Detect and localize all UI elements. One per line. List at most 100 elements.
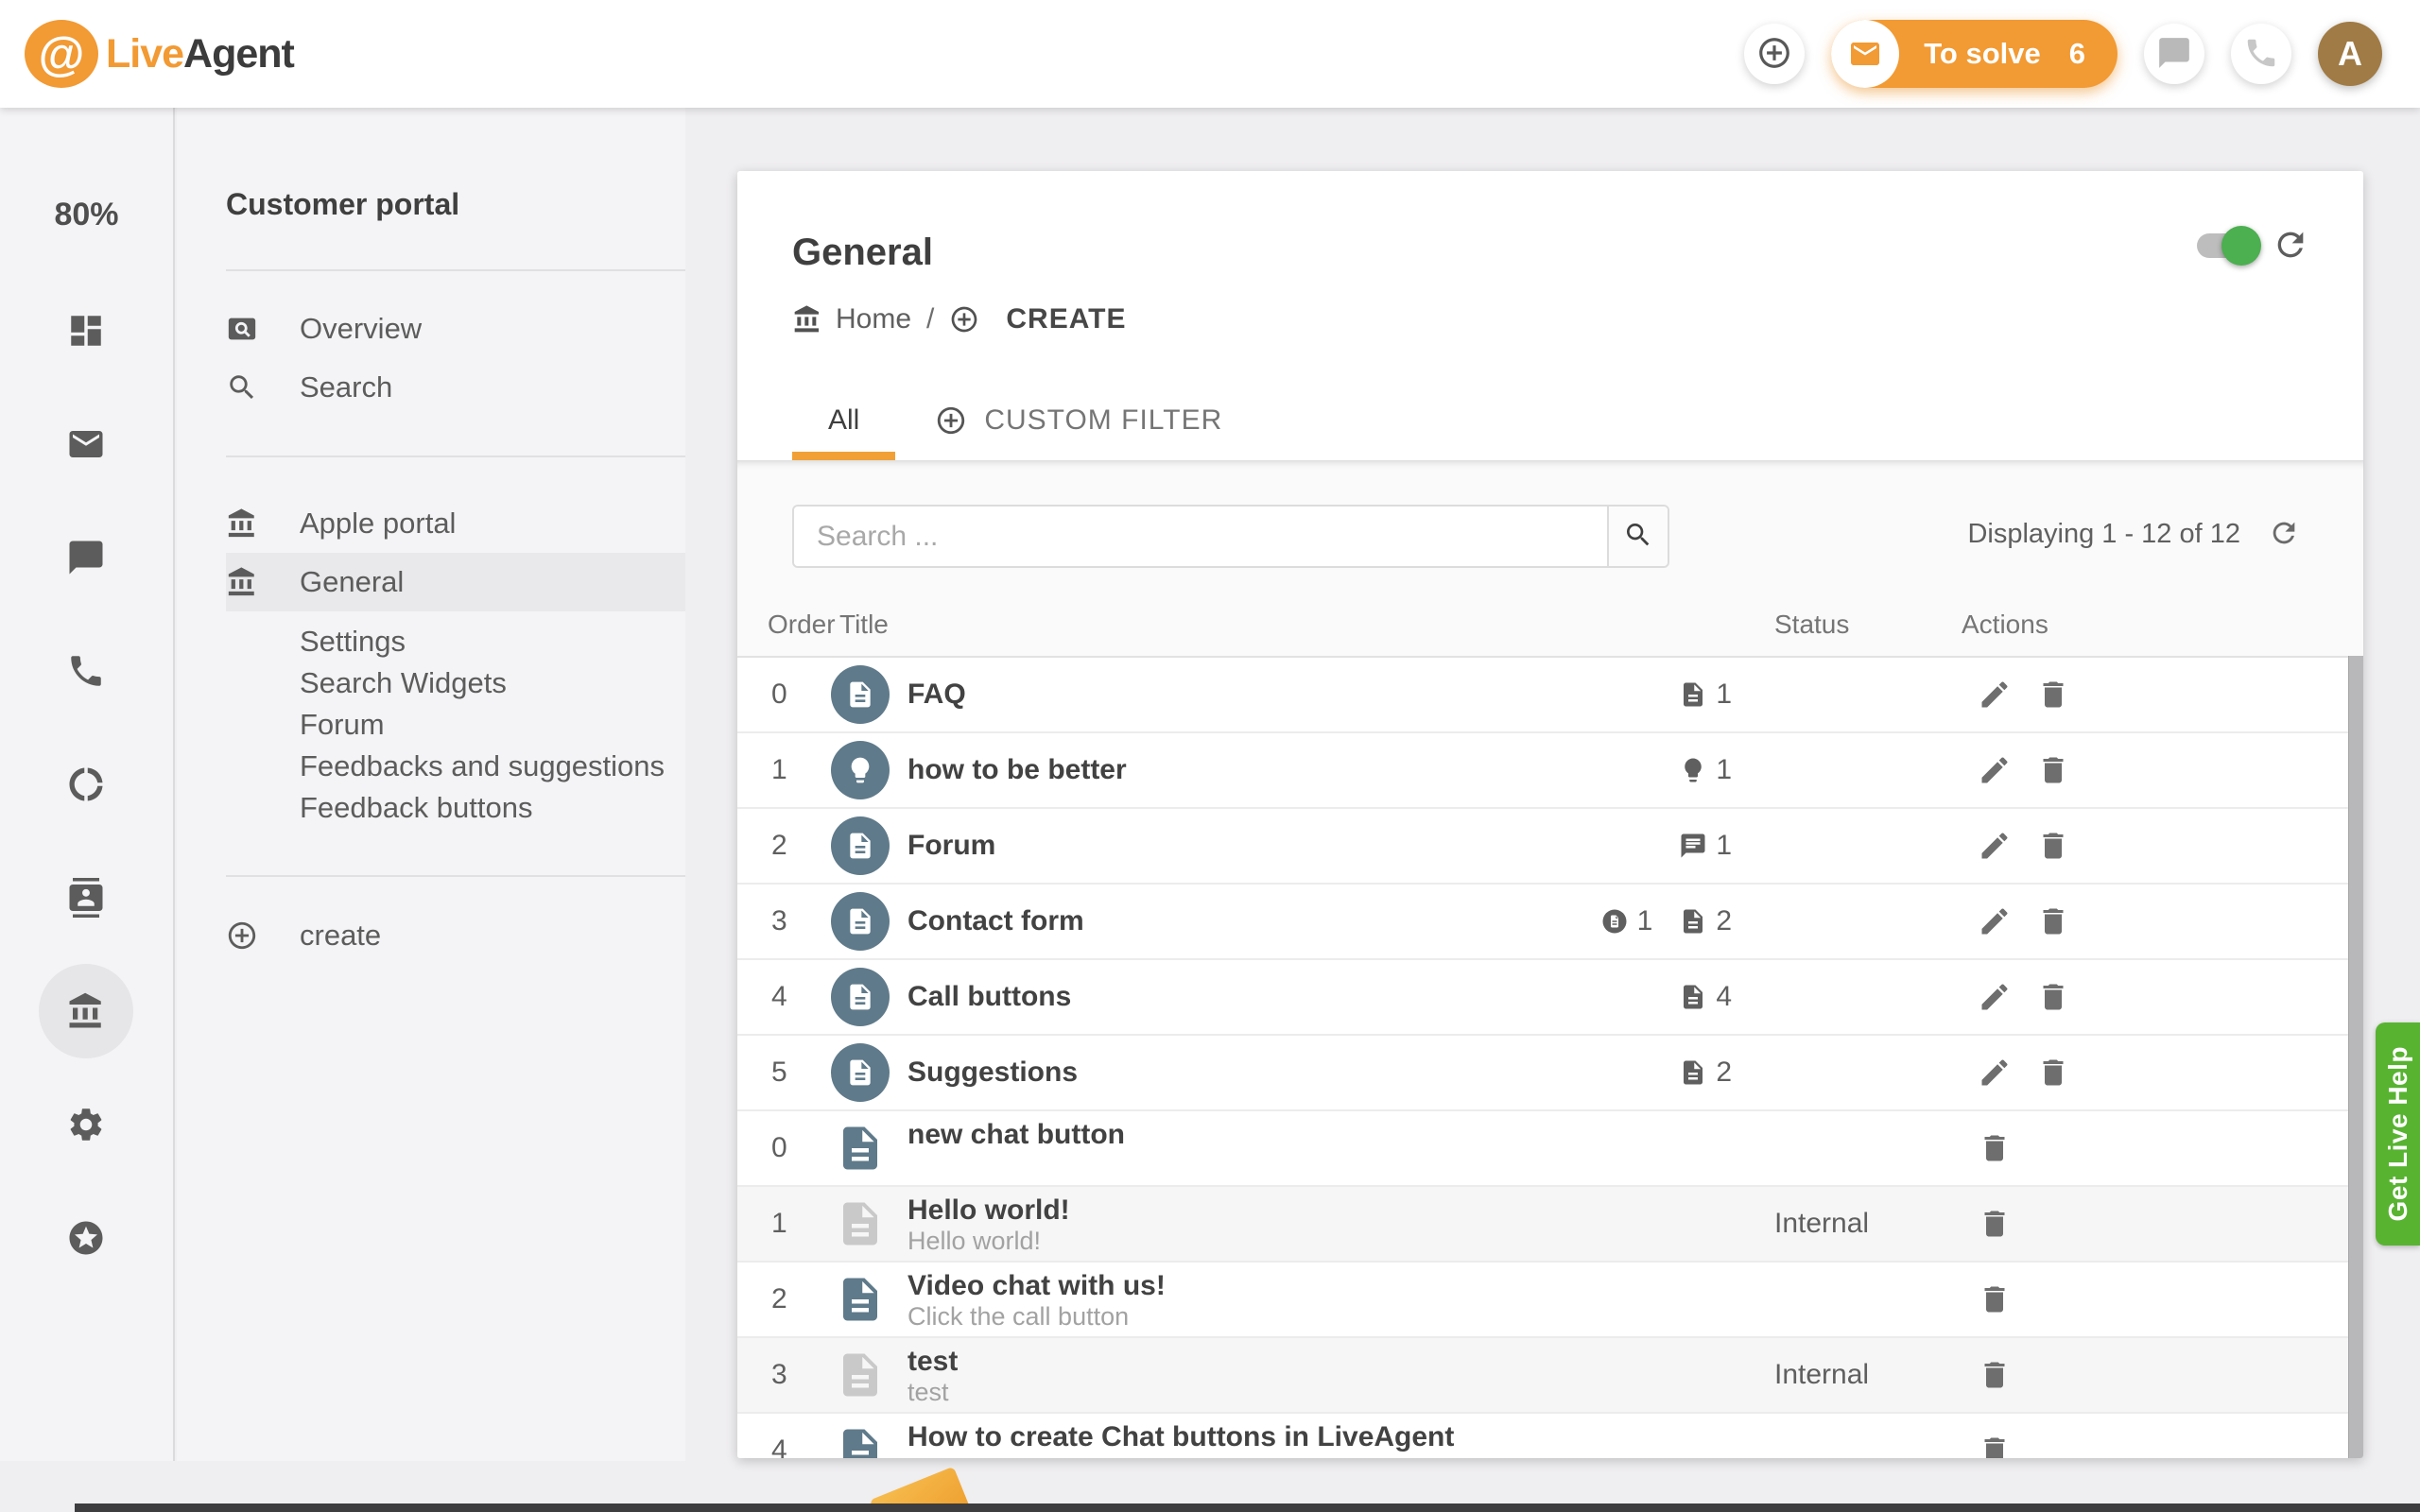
chats-button[interactable] [2144, 24, 2204, 84]
table-row[interactable]: 4Call buttons4 [737, 960, 2348, 1036]
delete-button[interactable] [1974, 1354, 2015, 1396]
sidebar-item-feedback-buttons[interactable]: Feedback buttons [226, 787, 685, 829]
trash-icon [2036, 980, 2070, 1014]
sidebar-item-search-widgets[interactable]: Search Widgets [226, 662, 685, 704]
count-badge: 1 [1679, 754, 1732, 786]
table-scrollbar[interactable] [2348, 656, 2363, 1458]
edit-button[interactable] [1974, 976, 2015, 1018]
breadcrumb-home[interactable]: Home [836, 303, 911, 335]
refresh-button[interactable] [2269, 224, 2312, 267]
table-row[interactable]: 1Hello world!Hello world!Internal [737, 1187, 2348, 1263]
badges-cell [1603, 1111, 1754, 1185]
table-row[interactable]: 0new chat button [737, 1111, 2348, 1187]
rail-item-contacts[interactable] [39, 850, 133, 945]
table-row[interactable]: 2Forum1 [737, 809, 2348, 885]
liveagent-app: @ LiveAgent To solve 6 A 80% Customer po… [0, 0, 2420, 1512]
delete-button[interactable] [2032, 901, 2074, 942]
sidebar-item-general[interactable]: General [226, 553, 685, 611]
edit-button[interactable] [1974, 674, 2015, 715]
search-control [792, 505, 1669, 568]
status-cell [1754, 733, 1944, 807]
get-live-help-button[interactable]: Get Live Help [2376, 1022, 2420, 1246]
edit-button[interactable] [1974, 825, 2015, 867]
delete-button[interactable] [1974, 1279, 2015, 1320]
tab-all[interactable]: All [792, 381, 895, 460]
gear-icon [66, 1105, 106, 1144]
delete-button[interactable] [2032, 976, 2074, 1018]
tab-custom-filter[interactable]: CUSTOM FILTER [899, 381, 1258, 460]
zoom-level: 80% [0, 197, 173, 233]
table-row[interactable]: 4How to create Chat buttons in LiveAgent [737, 1414, 2348, 1458]
rail-item-configuration[interactable] [39, 1077, 133, 1172]
table-row[interactable]: 1 how to be better 1 [737, 733, 2348, 809]
sidebar-item-feedbacks-and-suggestions[interactable]: Feedbacks and suggestions [226, 746, 685, 787]
table-row[interactable]: 5Suggestions2 [737, 1036, 2348, 1111]
refresh-icon [2272, 252, 2309, 266]
order-cell: 1 [752, 733, 813, 807]
edit-icon [1978, 753, 2012, 787]
envelope-icon [1831, 20, 1899, 88]
search-input[interactable] [794, 507, 1607, 566]
rail-item-reports[interactable] [39, 737, 133, 832]
delete-button[interactable] [2032, 825, 2074, 867]
icon-rail: 80% [0, 108, 175, 1461]
sidebar-item-create[interactable]: create [226, 906, 685, 965]
table-row[interactable]: 3Contact form12 [737, 885, 2348, 960]
rail-item-dashboard[interactable] [39, 284, 133, 378]
badges-cell: 2 [1603, 1036, 1754, 1109]
item-title: Video chat with us! [908, 1270, 1603, 1302]
add-button[interactable] [1744, 24, 1805, 84]
edit-button[interactable] [1974, 749, 2015, 791]
item-subtitle: Hello world! [908, 1227, 1603, 1255]
breadcrumb-current: CREATE [1006, 303, 1126, 335]
refresh-list-button[interactable] [2265, 515, 2303, 553]
portal-enabled-toggle[interactable] [2197, 233, 2257, 258]
mail-icon [1848, 37, 1882, 71]
item-avatar [831, 1043, 890, 1102]
divider [226, 269, 685, 271]
sidebar-item-search[interactable]: Search [226, 358, 685, 417]
logo-at-icon: @ [25, 20, 98, 88]
column-header-title: Title [813, 610, 908, 640]
delete-button[interactable] [1974, 1430, 2015, 1458]
plus-circle-icon [949, 304, 979, 335]
to-solve-button[interactable]: To solve 6 [1831, 20, 2118, 88]
edit-button[interactable] [1974, 1052, 2015, 1093]
table-section: Displaying 1 - 12 of 12 Order Title Stat… [737, 460, 2363, 1458]
calls-button[interactable] [2231, 24, 2291, 84]
search-button[interactable] [1607, 507, 1668, 566]
trash-icon [2036, 904, 2070, 938]
status-cell: Internal [1754, 1187, 1944, 1261]
sidebar-item-settings[interactable]: Settings [226, 621, 685, 662]
table-row[interactable]: 0FAQ1 [737, 658, 2348, 733]
sidebar-item-apple-portal[interactable]: Apple portal [226, 494, 685, 553]
sidebar-item-label: create [300, 919, 381, 953]
table-row[interactable]: 2Video chat with us!Click the call butto… [737, 1263, 2348, 1338]
delete-button[interactable] [2032, 1052, 2074, 1093]
delete-button[interactable] [1974, 1203, 2015, 1245]
edit-button[interactable] [1974, 901, 2015, 942]
item-title: how to be better [908, 754, 1603, 786]
search-icon [226, 371, 258, 404]
rail-item-upgrade[interactable] [39, 1191, 133, 1285]
trash-icon [1978, 1207, 2012, 1241]
logo-live: Live [106, 31, 183, 77]
status-cell: Internal [1754, 1338, 1944, 1412]
rail-item-calls[interactable] [39, 624, 133, 718]
delete-button[interactable] [2032, 749, 2074, 791]
rail-item-customer-portal[interactable] [39, 964, 133, 1058]
rail-item-tickets[interactable] [39, 397, 133, 491]
sidebar-item-forum[interactable]: Forum [226, 704, 685, 746]
avatar[interactable]: A [2318, 22, 2382, 86]
chat-icon [66, 538, 106, 577]
doc-badge-icon [1679, 983, 1707, 1011]
phone-icon [2243, 35, 2279, 74]
rail-item-chats[interactable] [39, 510, 133, 605]
sidebar-item-overview[interactable]: Overview [226, 300, 685, 358]
table-row[interactable]: 3testtestInternal [737, 1338, 2348, 1414]
to-solve-count: 6 [2069, 37, 2085, 71]
status-cell [1754, 809, 1944, 883]
item-avatar [831, 741, 890, 799]
delete-button[interactable] [1974, 1127, 2015, 1169]
delete-button[interactable] [2032, 674, 2074, 715]
